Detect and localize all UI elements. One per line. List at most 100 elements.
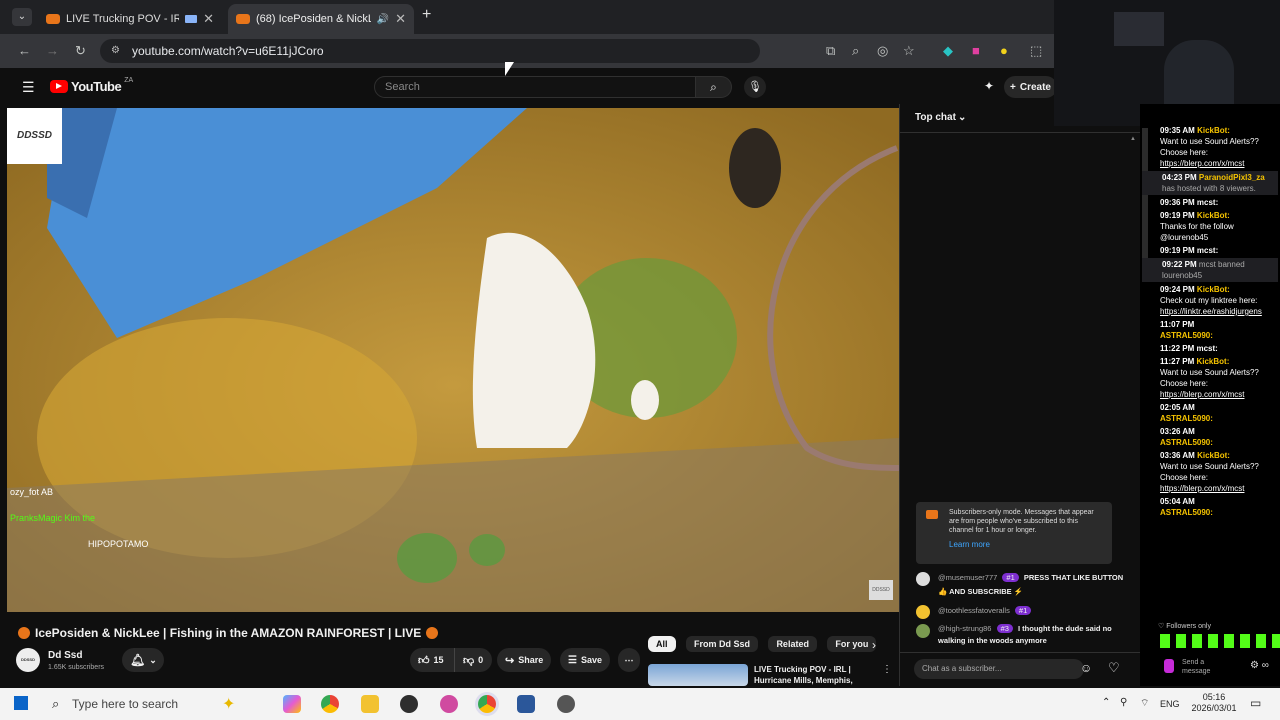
chat-username[interactable]: @musemuser777 [938,573,997,582]
chip-for-you[interactable]: For you [827,636,877,652]
language-indicator[interactable]: ENG [1160,699,1180,709]
voice-search-button[interactable]: 🎙 [744,76,766,98]
eye-off-icon[interactable]: ◎ [877,43,888,59]
message-user[interactable]: ParanoidPixl3_za [1199,173,1265,182]
message-text: Want to use Sound Alerts?? Choose here: [1160,368,1259,388]
avatar [916,605,930,619]
forward-arrow-icon[interactable]: → [46,43,59,58]
obs-icon[interactable] [400,695,418,713]
video-chat-overlay: ozy_fot AB PranksMagic Kim the HIPOPOTAM… [10,486,160,551]
audio-playing-icon[interactable]: 🔊 [377,14,389,25]
message-user[interactable]: ASTRAL5090: [1160,507,1277,518]
chip-related[interactable]: Related [768,636,817,652]
zoom-icon[interactable]: ⌕ [852,43,859,59]
menu-icon[interactable]: ☰ [22,79,35,96]
message-link[interactable]: https://linktr.ee/rashidjurgens [1160,307,1262,316]
message-link[interactable]: https://blerp.com/x/mcst [1160,390,1244,399]
message-user[interactable]: mcst: [1197,246,1218,255]
bookmark-star-icon[interactable]: ☆ [903,43,915,59]
chat-input[interactable]: Chat as a subscriber... [914,659,1084,679]
reload-icon[interactable]: ↻ [75,43,86,59]
chevron-right-icon[interactable]: › [872,638,876,652]
youtube-logo[interactable]: YouTube ZA [50,77,133,94]
message-link[interactable]: https://blerp.com/x/mcst [1160,484,1244,493]
extension-yellow-icon[interactable]: ● [1000,43,1008,58]
tray-wifi-icon[interactable]: ⌔ [1140,697,1149,710]
message-user[interactable]: ASTRAL5090: [1160,413,1277,424]
overlay-settings-icon[interactable]: ⚙ ∞ [1250,660,1269,671]
message-user[interactable]: mcst banned [1199,260,1245,269]
tray-chevron-icon[interactable]: ⌃ [1102,697,1110,708]
more-options-icon[interactable]: ⋮ [882,664,892,675]
top-chat-dropdown[interactable]: Top chat ⌄ [915,112,966,123]
channel-avatar[interactable]: DDSSD [16,648,40,672]
app-icon[interactable] [557,695,575,713]
taskbar-search-icon[interactable]: ⌕ [52,696,59,712]
copilot-icon[interactable] [283,695,301,713]
send-message-input[interactable]: Send a message [1182,656,1232,678]
address-bar[interactable]: ⚙ youtube.com/watch?v=u6E11jJCoro [100,39,760,63]
overlay-message: 09:19 PM KickBot: Thanks for the follow @… [1140,209,1280,244]
extension-pink-icon[interactable]: ■ [972,43,980,58]
message-user[interactable]: KickBot: [1196,357,1229,366]
notification-center-icon[interactable]: ▭ [1250,696,1261,710]
notification-bell-button[interactable]: 🔔︎ ⌄ [122,648,164,672]
emote-bar [1160,634,1280,648]
file-explorer-icon[interactable] [361,695,379,713]
message-user[interactable]: ASTRAL5090: [1160,330,1277,341]
share-button[interactable]: ↪ Share [497,648,552,672]
kick-emote-icon[interactable] [1164,659,1174,673]
dislike-button[interactable]: 👎︎ 0 [454,648,492,672]
overlay-message: 02:05 AM ASTRAL5090: [1140,401,1280,425]
tab-close-icon[interactable]: ✕ [395,11,406,27]
recommended-thumbnail[interactable] [648,664,748,686]
tray-usb-icon[interactable]: ⚲ [1120,697,1127,708]
tab-iceposiden[interactable]: (68) IcePosiden & NickL 🔊 ✕ [228,4,414,34]
install-icon[interactable]: ⧉ [826,43,835,59]
chat-username[interactable]: @toothlessfatoveralls [938,606,1010,615]
site-info-icon[interactable]: ⚙ [111,39,120,63]
message-user[interactable]: mcst: [1196,344,1217,353]
message-user[interactable]: KickBot: [1197,211,1230,220]
search-button[interactable]: ⌕ [696,76,732,98]
chrome-active-icon[interactable] [478,695,496,713]
message-link[interactable]: https://blerp.com/x/mcst [1160,159,1244,168]
channel-watermark: DDSSD [7,108,62,164]
video-player[interactable]: DDSSD DDSSD ozy_fot AB PranksMagic Kim t… [7,108,899,612]
emoji-icon[interactable]: ☺ [1080,661,1092,675]
webcam-window-shape [1114,12,1164,46]
member-badge: #1 [1002,573,1019,582]
tab-trucking[interactable]: LIVE Trucking POV - IRL | H ✕ [38,4,222,34]
tab-close-icon[interactable]: ✕ [203,11,214,27]
message-user[interactable]: mcst: [1197,198,1218,207]
channel-name[interactable]: Dd Ssd [48,650,82,661]
message-user[interactable]: KickBot: [1197,285,1230,294]
notifications-icon[interactable]: ✦ [984,79,994,93]
chip-all[interactable]: All [648,636,676,652]
save-button[interactable]: ☰ Save [560,648,610,672]
chrome-icon[interactable] [321,695,339,713]
tab-search-button[interactable]: ⌄ [12,8,32,26]
learn-more-link[interactable]: Learn more [949,540,1104,549]
chat-scrollbar[interactable]: ▲ [1130,136,1136,646]
taskbar-search-input[interactable]: Type here to search [72,697,178,711]
like-button[interactable]: 👍︎ 15 [410,648,454,672]
back-arrow-icon[interactable]: ← [18,43,31,58]
extension-teal-icon[interactable]: ◆ [943,43,953,59]
youtube-wordmark: YouTube [71,79,122,94]
message-user[interactable]: KickBot: [1197,451,1230,460]
message-user[interactable]: KickBot: [1197,126,1230,135]
chat-username[interactable]: @high-strung86 [938,624,991,633]
clock[interactable]: 05:16 2026/03/01 [1186,692,1242,714]
extensions-puzzle-icon[interactable]: ⬚ [1030,43,1042,59]
create-button[interactable]: + Create [1004,76,1057,98]
new-tab-button[interactable]: + [422,6,431,24]
windows-start-icon[interactable] [14,696,28,710]
word-icon[interactable] [517,695,535,713]
search-input[interactable]: Search [374,76,696,98]
chip-from-channel[interactable]: From Dd Ssd [685,636,758,652]
snipping-tool-icon[interactable] [440,695,458,713]
more-actions-button[interactable]: ⋯ [618,648,640,672]
heart-icon[interactable]: ♡ [1108,660,1120,676]
message-user[interactable]: ASTRAL5090: [1160,437,1277,448]
